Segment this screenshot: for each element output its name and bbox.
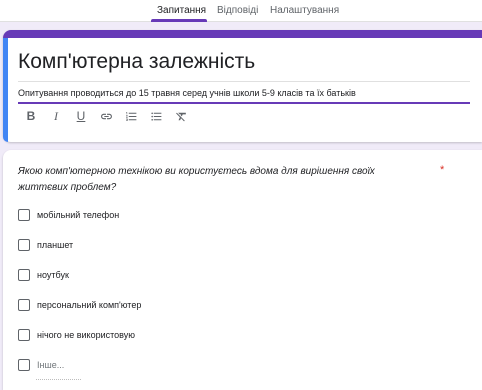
checkbox[interactable] — [18, 269, 30, 281]
underline-icon[interactable]: U — [73, 108, 89, 124]
checkbox[interactable] — [18, 329, 30, 341]
checkbox[interactable] — [18, 359, 30, 371]
other-input-underline — [36, 379, 81, 380]
option-label[interactable]: персональний комп'ютер — [37, 300, 141, 310]
form-title-card: Комп'ютерна залежність Опитування провод… — [3, 30, 482, 142]
form-description-input[interactable]: Опитування проводиться до 15 травня сере… — [18, 88, 470, 104]
italic-icon[interactable]: I — [48, 108, 64, 124]
active-tab-indicator — [151, 19, 207, 22]
form-title-input[interactable]: Комп'ютерна залежність — [18, 50, 470, 82]
tab-responses[interactable]: Відповіді — [217, 5, 258, 16]
link-icon[interactable] — [98, 108, 114, 124]
checkbox[interactable] — [18, 299, 30, 311]
option-other-label[interactable]: Інше... — [37, 360, 64, 370]
checkbox[interactable] — [18, 209, 30, 221]
option-label[interactable]: планшет — [37, 240, 73, 250]
question-title[interactable]: Якою комп'ютерною технікою ви користуєте… — [18, 164, 418, 196]
numbered-list-icon[interactable] — [123, 108, 139, 124]
option-label[interactable]: мобільний телефон — [37, 210, 119, 220]
option-item[interactable]: ноутбук — [18, 268, 69, 282]
question-card[interactable]: Якою комп'ютерною технікою ви користуєте… — [3, 150, 482, 390]
required-indicator: * — [440, 164, 445, 176]
option-item[interactable]: нічого не використовую — [18, 328, 135, 342]
option-item[interactable]: планшет — [18, 238, 73, 252]
option-label[interactable]: нічого не використовую — [37, 330, 135, 340]
bold-icon[interactable]: B — [23, 108, 39, 124]
bulleted-list-icon[interactable] — [148, 108, 164, 124]
top-tab-bar: Запитання Відповіді Налаштування — [0, 0, 482, 22]
tab-questions[interactable]: Запитання — [157, 5, 206, 16]
clear-formatting-icon[interactable] — [173, 108, 189, 124]
tab-settings[interactable]: Налаштування — [270, 5, 339, 16]
option-item[interactable]: персональний комп'ютер — [18, 298, 141, 312]
option-item[interactable]: мобільний телефон — [18, 208, 119, 222]
checkbox[interactable] — [18, 239, 30, 251]
option-other[interactable]: Інше... — [18, 358, 64, 372]
option-label[interactable]: ноутбук — [37, 270, 69, 280]
formatting-toolbar: B I U — [23, 108, 189, 124]
